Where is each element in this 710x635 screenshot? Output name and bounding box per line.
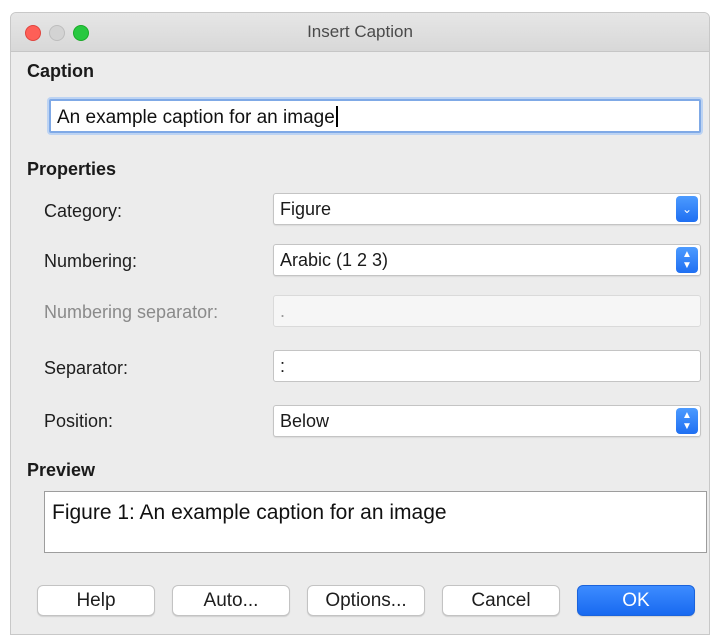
separator-input[interactable]: : bbox=[273, 350, 701, 382]
numbering-label: Numbering: bbox=[44, 251, 138, 271]
numbering-separator-value: . bbox=[280, 301, 286, 321]
position-label: Position: bbox=[44, 411, 114, 431]
separator-label: Separator: bbox=[44, 358, 129, 378]
caption-preview: Figure 1: An example caption for an imag… bbox=[44, 491, 707, 553]
separator-value: : bbox=[280, 356, 286, 376]
ok-button[interactable]: OK bbox=[577, 585, 695, 616]
properties-heading: Properties bbox=[27, 159, 117, 179]
category-label: Category: bbox=[44, 201, 123, 221]
category-select[interactable]: Figure ⌄ bbox=[273, 193, 701, 225]
title-bar: Insert Caption bbox=[11, 13, 709, 52]
cancel-button[interactable]: Cancel bbox=[442, 585, 560, 616]
numbering-separator-input: . bbox=[273, 295, 701, 327]
caption-heading: Caption bbox=[27, 61, 94, 81]
text-caret bbox=[335, 106, 338, 127]
numbering-separator-label: Numbering separator: bbox=[44, 302, 219, 322]
help-button[interactable]: Help bbox=[37, 585, 155, 616]
auto-button[interactable]: Auto... bbox=[172, 585, 290, 616]
insert-caption-dialog: Insert Caption Caption An example captio… bbox=[10, 12, 710, 635]
up-down-chevron-icon: ▲ ▼ bbox=[676, 408, 698, 434]
window-title: Insert Caption bbox=[307, 22, 413, 41]
caption-input-text: An example caption for an image bbox=[57, 107, 335, 128]
caption-input[interactable]: An example caption for an image bbox=[49, 99, 701, 133]
category-value: Figure bbox=[280, 199, 332, 219]
preview-heading: Preview bbox=[27, 460, 96, 480]
chevron-down-icon: ⌄ bbox=[676, 196, 698, 222]
position-value: Below bbox=[280, 411, 330, 431]
position-select[interactable]: Below ▲ ▼ bbox=[273, 405, 701, 437]
preview-text: Figure 1: An example caption for an imag… bbox=[52, 501, 447, 524]
numbering-value: Arabic (1 2 3) bbox=[280, 250, 389, 270]
up-down-chevron-icon: ▲ ▼ bbox=[676, 247, 698, 273]
numbering-select[interactable]: Arabic (1 2 3) ▲ ▼ bbox=[273, 244, 701, 276]
options-button[interactable]: Options... bbox=[307, 585, 425, 616]
